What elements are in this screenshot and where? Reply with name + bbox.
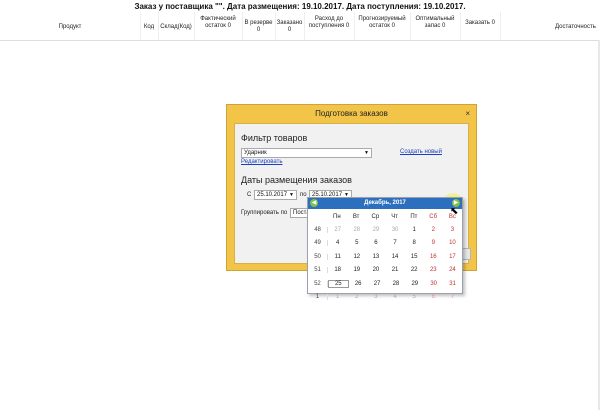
report-title: Заказ у поставщика "". Дата размещения: …	[134, 2, 466, 11]
column-header-ordered[interactable]: Заказано 0	[275, 20, 304, 34]
calendar-day[interactable]: 18	[328, 267, 347, 273]
calendar-day[interactable]: 24	[443, 267, 462, 273]
calendar-week-number: 48	[308, 227, 329, 234]
column-header-warehouse[interactable]: Склад(Код)	[158, 24, 194, 31]
calendar-day[interactable]: 3	[366, 294, 385, 300]
calendar-grid: Пн Вт Ср Чт Пт Сб Вс 48 27 28 29 30 1 2 3 49 4 5 6 7 8 9 10 50 1…	[308, 210, 462, 304]
calendar-week-row: 11234567	[308, 290, 462, 303]
calendar-day[interactable]: 7	[386, 240, 405, 246]
product-filter-select[interactable]: Ударник ▼	[241, 148, 372, 158]
calendar-weekday: Сб	[429, 213, 438, 220]
calendar-day[interactable]: 23	[424, 267, 443, 273]
calendar-weekday: Ср	[371, 213, 380, 220]
calendar-day[interactable]: 30	[386, 227, 405, 233]
column-header-sufficiency[interactable]: Достаточность	[555, 24, 600, 31]
calendar-day[interactable]: 9	[424, 240, 443, 246]
calendar-day[interactable]: 27	[368, 281, 387, 287]
calendar-week-number: 1	[308, 294, 329, 301]
calendar-day[interactable]: 31	[443, 281, 462, 287]
calendar-day[interactable]: 8	[405, 240, 424, 246]
calendar-week-number: 52	[308, 280, 328, 287]
calendar-day[interactable]: 3	[443, 227, 462, 233]
calendar-day[interactable]: 25	[327, 279, 349, 288]
from-label: С	[247, 192, 252, 198]
calendar-day[interactable]: 30	[424, 281, 443, 287]
calendar-header: Декабрь, 2017 ◀ ▶	[308, 198, 462, 209]
chevron-down-icon: ▼	[289, 192, 294, 198]
calendar-day[interactable]: 5	[347, 240, 366, 246]
date-from-value: 25.10.2017	[257, 192, 288, 198]
calendar-day[interactable]: 4	[328, 240, 347, 246]
calendar-day[interactable]: 13	[366, 254, 385, 260]
calendar-week-number: 49	[308, 240, 329, 247]
calendar-day[interactable]: 1	[405, 227, 424, 233]
calendar-day[interactable]: 16	[424, 254, 443, 260]
dialog-title: Подготовка заказов	[315, 109, 388, 118]
calendar-day[interactable]: 15	[405, 254, 424, 260]
close-icon[interactable]: ×	[465, 109, 470, 118]
date-from-picker[interactable]: 25.10.2017 ▼	[254, 190, 297, 200]
calendar-weekday-row: Пн Вт Ср Чт Пт Сб Вс	[308, 210, 462, 223]
table-header: Продукт Код Склад(Код) Фактический остат…	[0, 12, 600, 41]
calendar-day[interactable]: 4	[386, 294, 405, 300]
column-header-forecast[interactable]: Прогнозируемый остаток 0	[354, 16, 410, 30]
calendar-day[interactable]: 28	[347, 227, 366, 233]
create-new-link[interactable]: Создать новый	[400, 149, 442, 155]
calendar-day[interactable]: 5	[405, 294, 424, 300]
product-filter-value: Ударник	[244, 150, 267, 156]
calendar-day[interactable]: 28	[387, 281, 406, 287]
calendar-day[interactable]: 14	[386, 254, 405, 260]
mouse-cursor-icon: ⬉	[450, 206, 459, 217]
column-header-reserved[interactable]: В резерве 0	[242, 20, 275, 34]
calendar-day[interactable]: 11	[328, 254, 347, 260]
column-header-consumption[interactable]: Расход до поступления 0	[304, 16, 354, 30]
calendar-week-row: 52 25 26 27 28 29 30 31	[308, 277, 462, 290]
edit-link[interactable]: Редактировать	[241, 159, 282, 165]
column-header-code[interactable]: Код	[140, 24, 158, 31]
calendar-weekday: Вт	[352, 213, 360, 220]
calendar-day[interactable]: 7	[443, 294, 462, 300]
calendar-day[interactable]: 12	[347, 254, 366, 260]
calendar-weekday: Чт	[391, 213, 398, 220]
calendar-day[interactable]: 2	[424, 227, 443, 233]
calendar-month: Декабрь, 2017	[364, 200, 406, 206]
calendar-week-row: 49 4 5 6 7 8 9 10	[308, 237, 462, 250]
calendar-day[interactable]: 19	[347, 267, 366, 273]
calendar-day[interactable]: 29	[366, 227, 385, 233]
calendar-day[interactable]: 27	[328, 227, 347, 233]
column-header-optimal-stock[interactable]: Оптимальный запас 0	[410, 16, 460, 30]
calendar-day[interactable]: 22	[405, 267, 424, 273]
column-divider	[500, 12, 501, 40]
calendar-day[interactable]: 17	[443, 254, 462, 260]
calendar-week-number: 51	[308, 267, 329, 274]
column-header-product[interactable]: Продукт	[40, 24, 100, 31]
calendar-week-row: 50 11 12 13 14 15 16 17	[308, 250, 462, 263]
calendar-day[interactable]: 20	[366, 267, 385, 273]
calendar-day[interactable]: 29	[405, 281, 424, 287]
calendar-weekday: Пн	[333, 213, 341, 220]
calendar-week-row: 48 27 28 29 30 1 2 3	[308, 223, 462, 236]
calendar-day[interactable]: 2	[347, 294, 366, 300]
to-label: по	[300, 192, 307, 198]
calendar-week-number: 50	[308, 253, 329, 260]
chevron-down-icon: ▼	[364, 150, 369, 156]
calendar-day[interactable]: 1	[328, 294, 347, 300]
column-header-actual-stock[interactable]: Фактический остаток 0	[194, 16, 242, 30]
calendar-day[interactable]: 21	[386, 267, 405, 273]
calendar-day[interactable]: 6	[424, 294, 443, 300]
column-header-to-order[interactable]: Заказать 0	[460, 20, 500, 27]
calendar-dropdown: Декабрь, 2017 ◀ ▶ Пн Вт Ср Чт Пт Сб Вс 48 27 28 29…	[307, 197, 463, 301]
filter-heading: Фильтр товаров	[241, 133, 308, 143]
arrow-left-icon[interactable]: ◀	[310, 199, 318, 207]
group-by-label: Группировать по	[241, 210, 288, 216]
calendar-day[interactable]: 6	[366, 240, 385, 246]
calendar-week-row: 51 18 19 20 21 22 23 24	[308, 264, 462, 277]
calendar-weekday: Пт	[410, 213, 418, 220]
dates-heading: Даты размещения заказов	[241, 175, 352, 185]
calendar-day[interactable]: 10	[443, 240, 462, 246]
calendar-day[interactable]: 26	[349, 281, 368, 287]
